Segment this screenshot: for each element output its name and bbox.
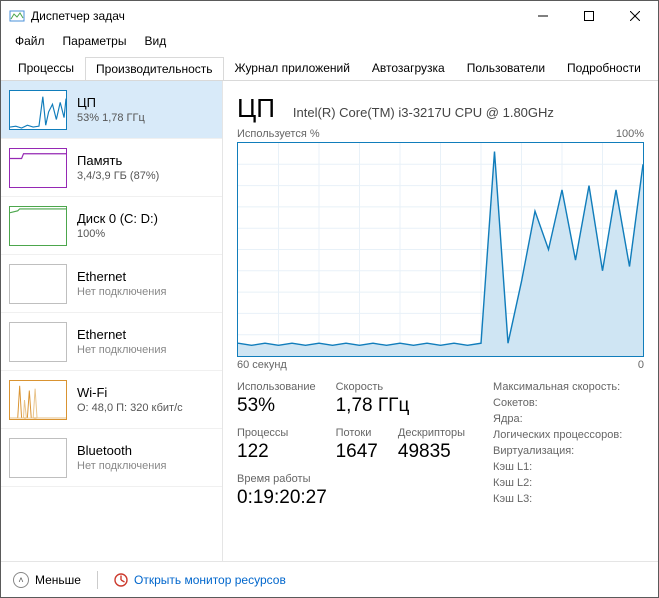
memory-thumb-icon — [9, 148, 67, 188]
tab-users[interactable]: Пользователи — [456, 56, 556, 79]
processes-value: 122 — [237, 441, 316, 463]
tab-processes[interactable]: Процессы — [7, 56, 85, 79]
sidebar-item-sub: 100% — [77, 228, 158, 240]
detail-title: ЦП — [237, 93, 275, 124]
handles-value: 49835 — [398, 441, 465, 463]
usage-value: 53% — [237, 395, 316, 417]
sidebar-item-ethernet-1[interactable]: Ethernet Нет подключения — [1, 255, 222, 313]
sidebar-item-disk[interactable]: Диск 0 (C: D:) 100% — [1, 197, 222, 255]
resmon-label: Открыть монитор ресурсов — [134, 573, 286, 587]
tab-strip: Процессы Производительность Журнал прило… — [1, 55, 658, 81]
sidebar-item-label: ЦП — [77, 95, 145, 110]
tab-services[interactable]: Сл — [652, 56, 659, 79]
sidebar-item-label: Bluetooth — [77, 443, 166, 458]
lproc-label: Логических процессоров: — [493, 429, 622, 441]
sidebar-item-cpu[interactable]: ЦП 53% 1,78 ГГц — [1, 81, 222, 139]
titlebar: Диспетчер задач — [1, 1, 658, 31]
tab-performance[interactable]: Производительность — [85, 57, 223, 80]
sockets-label: Сокетов: — [493, 397, 538, 409]
bluetooth-thumb-icon — [9, 438, 67, 478]
tab-startup[interactable]: Автозагрузка — [361, 56, 456, 79]
footer-separator — [97, 571, 98, 589]
window-title: Диспетчер задач — [31, 9, 520, 23]
sidebar-item-label: Ethernet — [77, 269, 166, 284]
sidebar-item-label: Wi-Fi — [77, 385, 183, 400]
l2-label: Кэш L2: — [493, 477, 532, 489]
chevron-up-icon: ˄ — [13, 572, 29, 588]
chart-y-max: 100% — [616, 128, 644, 140]
ethernet-thumb-icon — [9, 322, 67, 362]
sidebar-item-wifi[interactable]: Wi-Fi О: 48,0 П: 320 кбит/с — [1, 371, 222, 429]
l1-label: Кэш L1: — [493, 461, 532, 473]
sidebar-item-label: Ethernet — [77, 327, 166, 342]
tab-app-history[interactable]: Журнал приложений — [224, 56, 361, 79]
ethernet-thumb-icon — [9, 264, 67, 304]
menu-file[interactable]: Файл — [7, 32, 53, 50]
threads-value: 1647 — [336, 441, 378, 463]
cpu-model: Intel(R) Core(TM) i3-3217U CPU @ 1.80GHz — [293, 105, 554, 120]
close-button[interactable] — [612, 1, 658, 31]
chart-y-label: Используется % — [237, 128, 320, 140]
sidebar-item-memory[interactable]: Память 3,4/3,9 ГБ (87%) — [1, 139, 222, 197]
cores-label: Ядра: — [493, 413, 523, 425]
cpu-usage-chart[interactable] — [237, 142, 644, 357]
sidebar-item-label: Память — [77, 153, 159, 168]
handles-label: Дескрипторы — [398, 427, 465, 439]
sidebar-item-label: Диск 0 (C: D:) — [77, 211, 158, 226]
chart-x-right: 0 — [638, 359, 644, 371]
l3-label: Кэш L3: — [493, 493, 532, 505]
detail-pane: ЦП Intel(R) Core(TM) i3-3217U CPU @ 1.80… — [223, 81, 658, 561]
cpu-thumb-icon — [9, 90, 67, 130]
app-icon — [9, 8, 25, 24]
processes-label: Процессы — [237, 427, 316, 439]
sidebar-item-sub: Нет подключения — [77, 344, 166, 356]
resmon-icon — [114, 573, 128, 587]
wifi-thumb-icon — [9, 380, 67, 420]
content-area: ЦП 53% 1,78 ГГц Память 3,4/3,9 ГБ (87%) — [1, 81, 658, 561]
speed-label: Скорость — [336, 381, 465, 393]
sidebar-item-sub: О: 48,0 П: 320 кбит/с — [77, 402, 183, 414]
stats-area: Использование 53% Скорость 1,78 ГГц Проц… — [237, 381, 644, 509]
fewer-details-button[interactable]: ˄ Меньше — [13, 572, 81, 588]
usage-label: Использование — [237, 381, 316, 393]
uptime-value: 0:19:20:27 — [237, 487, 465, 509]
disk-thumb-icon — [9, 206, 67, 246]
sidebar-item-sub: 3,4/3,9 ГБ (87%) — [77, 170, 159, 182]
sidebar-item-ethernet-2[interactable]: Ethernet Нет подключения — [1, 313, 222, 371]
footer: ˄ Меньше Открыть монитор ресурсов — [1, 561, 658, 597]
menu-view[interactable]: Вид — [136, 32, 174, 50]
maximize-button[interactable] — [566, 1, 612, 31]
speed-value: 1,78 ГГц — [336, 395, 465, 417]
sidebar-item-sub: 53% 1,78 ГГц — [77, 112, 145, 124]
open-resmon-link[interactable]: Открыть монитор ресурсов — [114, 573, 286, 587]
window-controls — [520, 1, 658, 31]
threads-label: Потоки — [336, 427, 378, 439]
virt-label: Виртуализация: — [493, 445, 574, 457]
sidebar-item-bluetooth[interactable]: Bluetooth Нет подключения — [1, 429, 222, 487]
sidebar-item-sub: Нет подключения — [77, 460, 166, 472]
menubar: Файл Параметры Вид — [1, 31, 658, 51]
task-manager-window: Диспетчер задач Файл Параметры Вид Проце… — [0, 0, 659, 598]
minimize-button[interactable] — [520, 1, 566, 31]
sidebar-item-sub: Нет подключения — [77, 286, 166, 298]
maxspeed-label: Максимальная скорость: — [493, 381, 620, 393]
tab-details[interactable]: Подробности — [556, 56, 652, 79]
uptime-label: Время работы — [237, 473, 465, 485]
fewer-label: Меньше — [35, 573, 81, 587]
chart-x-left: 60 секунд — [237, 359, 287, 371]
menu-options[interactable]: Параметры — [55, 32, 135, 50]
performance-sidebar: ЦП 53% 1,78 ГГц Память 3,4/3,9 ГБ (87%) — [1, 81, 223, 561]
